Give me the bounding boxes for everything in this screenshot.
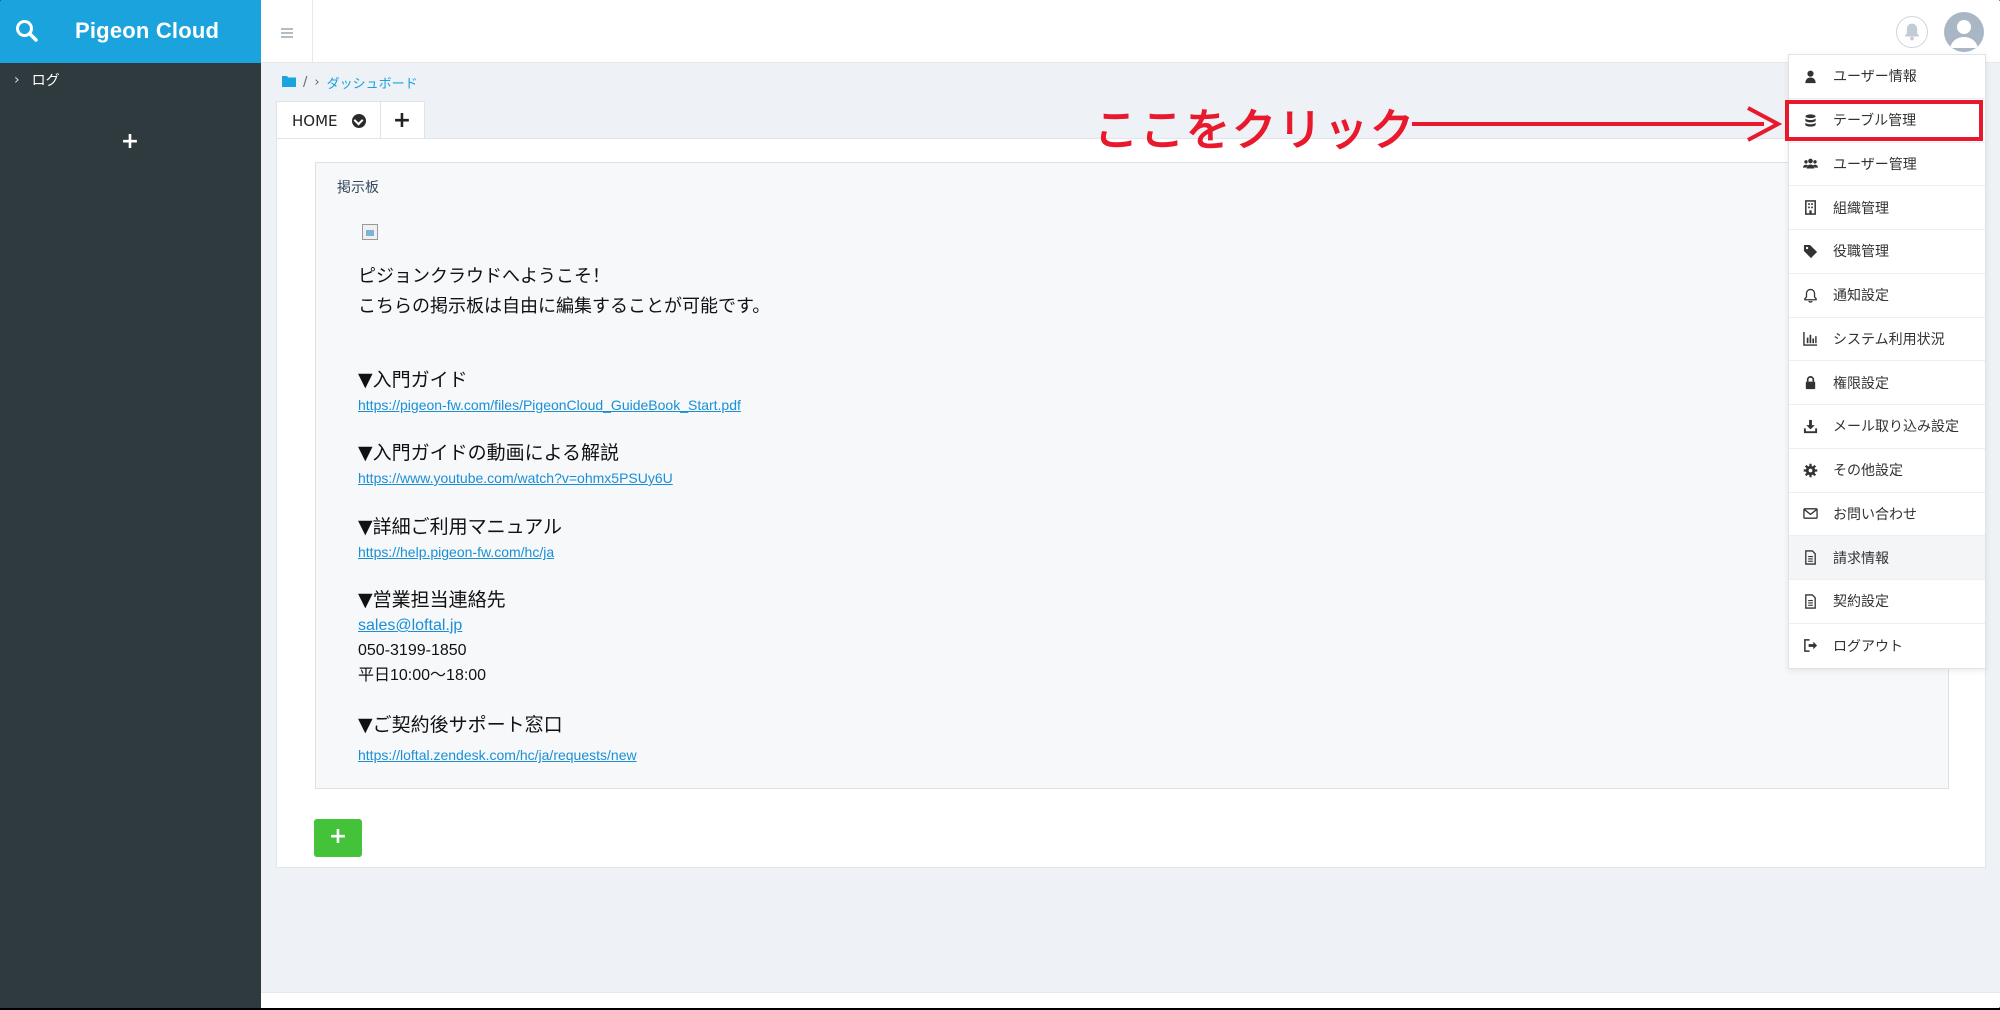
sidebar-item-label: ログ	[31, 73, 60, 89]
tab-bar: HOME +	[276, 101, 425, 139]
envelope-icon	[1801, 505, 1819, 523]
bulletin-board-title: 掲示板	[337, 180, 379, 196]
menu-item-other-settings[interactable]: その他設定	[1789, 449, 1985, 493]
menu-item-label: 権限設定	[1833, 375, 1889, 392]
users-icon	[1801, 155, 1819, 173]
menu-item-label: メール取り込み設定	[1833, 419, 1959, 436]
menu-item-label: テーブル管理	[1833, 113, 1917, 130]
chevron-right-icon: ›	[314, 75, 320, 90]
user-avatar[interactable]	[1944, 12, 1984, 52]
add-block-button[interactable]: +	[314, 819, 362, 857]
building-icon	[1801, 199, 1819, 217]
bell-icon	[1801, 286, 1819, 304]
document-icon	[1801, 549, 1819, 567]
menu-item-label: お問い合わせ	[1833, 506, 1917, 523]
menu-item-label: その他設定	[1833, 463, 1903, 480]
menu-item-logout[interactable]: ログアウト	[1789, 624, 1985, 668]
lock-icon	[1801, 374, 1819, 392]
menu-item-user-management[interactable]: ユーザー管理	[1789, 143, 1985, 187]
logout-icon	[1801, 637, 1819, 655]
tab-label: HOME	[292, 111, 338, 130]
download-icon	[1801, 417, 1819, 435]
breadcrumb: / › ダッシュボード	[282, 73, 418, 92]
menu-item-label: 契約設定	[1833, 594, 1889, 611]
menu-item-billing-info[interactable]: 請求情報	[1789, 536, 1985, 580]
menu-item-system-usage[interactable]: システム利用状況	[1789, 318, 1985, 362]
menu-item-label: 役職管理	[1833, 244, 1889, 261]
menu-item-label: システム利用状況	[1833, 331, 1945, 348]
tag-icon	[1801, 242, 1819, 260]
notification-bell-icon[interactable]	[1896, 16, 1928, 48]
menu-item-permission-settings[interactable]: 権限設定	[1789, 361, 1985, 405]
bulletin-board: 掲示板 ピジョンクラウドへようこそ！ こちらの掲示板は自由に編集することが可能で…	[315, 162, 1949, 789]
folder-icon[interactable]	[282, 75, 296, 91]
section-link[interactable]: https://help.pigeon-fw.com/hc/ja	[358, 537, 554, 567]
menu-item-position-management[interactable]: 役職管理	[1789, 230, 1985, 274]
menu-item-notification-settings[interactable]: 通知設定	[1789, 274, 1985, 318]
menu-item-organization-management[interactable]: 組織管理	[1789, 186, 1985, 230]
sidebar-item-log[interactable]: › ログ	[14, 70, 60, 90]
menu-item-contract-settings[interactable]: 契約設定	[1789, 580, 1985, 624]
menu-item-mail-import-settings[interactable]: メール取り込み設定	[1789, 405, 1985, 449]
menu-item-label: ログアウト	[1833, 638, 1903, 655]
section-link[interactable]: https://pigeon-fw.com/files/PigeonCloud_…	[358, 390, 741, 420]
menu-item-contact[interactable]: お問い合わせ	[1789, 493, 1985, 537]
menu-item-table-management[interactable]: テーブル管理	[1789, 99, 1985, 143]
welcome-line-1: ピジョンクラウドへようこそ！	[358, 266, 610, 287]
database-icon	[1801, 111, 1819, 129]
annotation-arrow-icon	[1412, 106, 1782, 142]
annotation-text: ここをクリック	[1094, 105, 1416, 156]
brand-header: Pigeon Cloud	[0, 0, 261, 63]
menu-item-label: ユーザー管理	[1833, 156, 1917, 173]
menu-item-label: ユーザー情報	[1833, 69, 1917, 86]
dashboard-panel: 掲示板 ピジョンクラウドへようこそ！ こちらの掲示板は自由に編集することが可能で…	[276, 138, 1986, 868]
section-link[interactable]: https://www.youtube.com/watch?v=ohmx5PSU…	[358, 463, 673, 493]
app-window: Pigeon Cloud › ログ + / › ダッシュボード HOME + 掲…	[0, 0, 2000, 1008]
top-bar	[261, 0, 2000, 63]
breadcrumb-item-dashboard[interactable]: ダッシュボード	[327, 73, 418, 92]
menu-item-label: 組織管理	[1833, 200, 1889, 217]
section-link[interactable]: https://loftal.zendesk.com/hc/ja/request…	[358, 740, 637, 770]
welcome-line-2: こちらの掲示板は自由に編集することが可能です。	[358, 296, 771, 317]
user-menu: ユーザー情報 テーブル管理 ユーザー管理 組織管理 役職管理 通知設定 システム…	[1788, 54, 1986, 669]
tab-home[interactable]: HOME	[276, 101, 381, 139]
user-icon	[1801, 67, 1819, 85]
gear-icon	[1801, 461, 1819, 479]
menu-toggle-icon[interactable]	[261, 0, 313, 63]
breadcrumb-separator: /	[303, 75, 308, 90]
sidebar: Pigeon Cloud › ログ +	[0, 0, 261, 1008]
bar-chart-icon	[1801, 330, 1819, 348]
chevron-down-icon[interactable]	[351, 113, 366, 128]
document-icon	[1801, 592, 1819, 610]
business-hours: 平日10:00〜18:00	[358, 667, 487, 684]
add-tab-button[interactable]: +	[380, 101, 425, 139]
sidebar-add-button[interactable]: +	[120, 131, 140, 153]
menu-item-user-info[interactable]: ユーザー情報	[1789, 55, 1985, 99]
section-heading: ▼ご契約後サポート窓口	[358, 714, 563, 736]
footer-bar	[261, 992, 2000, 1008]
menu-item-label: 請求情報	[1833, 550, 1889, 567]
menu-item-label: 通知設定	[1833, 288, 1889, 305]
search-icon[interactable]	[14, 18, 40, 44]
broken-image-icon	[362, 224, 378, 240]
chevron-right-icon: ›	[14, 72, 20, 88]
app-title[interactable]: Pigeon Cloud	[75, 18, 219, 44]
